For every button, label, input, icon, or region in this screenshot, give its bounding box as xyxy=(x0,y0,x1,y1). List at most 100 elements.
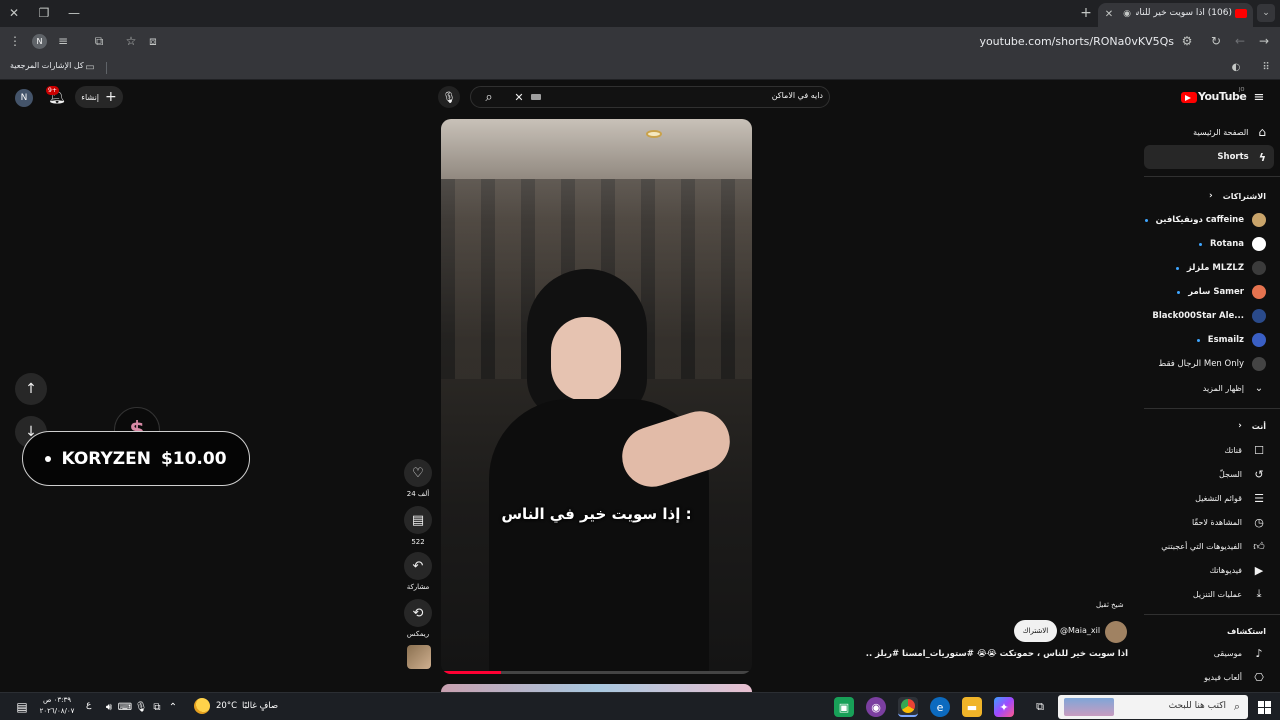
subscription-avatar xyxy=(1252,285,1266,299)
donation-amount: $10.00 xyxy=(160,448,227,469)
short-video-player[interactable]: إذا سويت خير في الناس : xyxy=(441,119,752,674)
sidebar-item-liked[interactable]: الفيديوهات التي أعجبتني 👍︎ xyxy=(1144,534,1280,558)
all-bookmarks-link[interactable]: كل الإشارات المرجعية xyxy=(10,61,84,70)
address-input[interactable]: youtube.com/shorts/RONa0vKV5Qs xyxy=(960,35,1174,48)
clock[interactable]: ٠٣:٣٩ ص ٢٠٢٦/٠٨/٠٧ xyxy=(36,695,78,717)
globe-icon[interactable]: ◐ xyxy=(1230,61,1242,73)
nav-shorts[interactable]: Shorts ϟ xyxy=(1144,145,1274,169)
restore-window-icon[interactable]: ❐ xyxy=(36,5,52,21)
sidebar-item-subscription[interactable]: دونفيكافين caffeine xyxy=(1144,208,1280,232)
taskbar-search-input[interactable]: اكتب هنا للبحث xyxy=(1118,701,1226,711)
menu-dots-icon[interactable]: ⋮ xyxy=(8,34,22,48)
voice-search-icon[interactable]: 🎙︎ xyxy=(438,86,460,108)
sidebar-item-subscription[interactable]: سامر Samer xyxy=(1144,280,1280,304)
subscribe-button[interactable]: الاشتراك xyxy=(1014,620,1057,642)
sidebar-item-subscription[interactable]: Rotana xyxy=(1144,232,1280,256)
you-header[interactable]: › أنت xyxy=(1144,414,1280,438)
sidebar-item-gaming[interactable]: ألعاب فيديو ⎔ xyxy=(1144,665,1280,689)
tab-search-icon[interactable]: ⌄ xyxy=(1257,4,1275,22)
site-settings-icon[interactable]: ⚙ xyxy=(1180,34,1194,48)
show-more-button[interactable]: إظهار المزيد ⌄ xyxy=(1144,376,1280,400)
taskbar-search-box[interactable]: اكتب هنا للبحث ⌕ xyxy=(1058,695,1248,719)
short-title[interactable]: أذا سويت خير للناس ، حموتكت 😭😭 #ستوريات_… xyxy=(866,649,1128,659)
active-tab[interactable]: ✕ ◉ (106) أذا سويت خير للناس ، ح... xyxy=(1098,3,1253,27)
new-content-dot xyxy=(1177,290,1181,294)
reload-icon[interactable]: ↻ xyxy=(1209,34,1223,48)
taskbar-app-icon[interactable]: ◉ xyxy=(866,697,886,717)
share-label: مشاركة xyxy=(406,583,430,591)
sidebar-item-playlists[interactable]: قوائم التشغيل ☰ xyxy=(1144,486,1280,510)
sidebar-item-music[interactable]: موسيقى ♪ xyxy=(1144,641,1280,665)
extensions-icon[interactable]: ⧉ xyxy=(92,34,106,48)
chrome-icon[interactable] xyxy=(898,697,918,717)
hamburger-menu-icon[interactable]: ≡ xyxy=(1251,89,1267,105)
remix-button[interactable]: ⟲ xyxy=(404,599,432,627)
edge-icon[interactable]: e xyxy=(930,697,950,717)
search-input[interactable]: دايه في الاماكن xyxy=(561,91,823,100)
tab-title: (106) أذا سويت خير للناس ، ح... xyxy=(1136,8,1232,18)
sound-label[interactable]: شيخ ثقيل xyxy=(1096,601,1124,609)
taskbar-app-icon[interactable]: ▣ xyxy=(834,697,854,717)
next-short-preview[interactable] xyxy=(441,684,752,692)
nav-home[interactable]: الصفحة الرئيسية ⌂ xyxy=(1144,120,1280,144)
profile-avatar[interactable]: N xyxy=(32,34,47,49)
task-view-icon[interactable]: ⧉ xyxy=(1030,697,1050,717)
you-list: قناتك ☐ السجلّ ↺ قوائم التشغيل ☰ المشاهدة ل… xyxy=(1144,438,1280,606)
sidebar-item-downloads[interactable]: عمليات التنزيل ⤓ xyxy=(1144,582,1280,606)
weather-desc[interactable]: صافٍ غالبًا xyxy=(242,701,278,711)
sidebar-item-history[interactable]: السجلّ ↺ xyxy=(1144,462,1280,486)
toolbar: ⋮ N ≡ ⧉ ☆ ⧈ youtube.com/shorts/RONa0vKV5… xyxy=(0,27,1280,56)
start-button[interactable] xyxy=(1256,699,1272,715)
clock-time: ٠٣:٣٩ ص xyxy=(42,696,72,704)
sidebar-item-subscription[interactable]: الرجال فقط Men Only xyxy=(1144,352,1280,376)
heart-icon: ♡ xyxy=(412,465,424,481)
new-tab-icon[interactable]: + xyxy=(1078,5,1094,21)
media-controls-icon[interactable]: ≡ xyxy=(56,34,70,48)
bookmark-star-icon[interactable]: ☆ xyxy=(124,34,138,48)
previous-short-button[interactable]: ↑ xyxy=(15,373,47,405)
sound-thumbnail[interactable] xyxy=(407,645,431,669)
sidebar-item-channel[interactable]: قناتك ☐ xyxy=(1144,438,1280,462)
tab-strip: ✕ ❐ — + ✕ ◉ (106) أذا سويت خير للناس ، ح… xyxy=(0,0,1280,27)
sidebar-item-label: عمليات التنزيل xyxy=(1192,589,1242,599)
new-content-dot xyxy=(1199,242,1203,246)
volume-icon[interactable]: 🔊︎ xyxy=(102,699,116,715)
tab-close-icon[interactable]: ✕ xyxy=(1102,7,1116,21)
sidebar-item-your-videos[interactable]: فيديوهاتك ▶ xyxy=(1144,558,1280,582)
share-button[interactable]: ↶ xyxy=(404,552,432,580)
sidebar-item-subscription[interactable]: Black000Star Ale... xyxy=(1144,304,1280,328)
weather-temp[interactable]: 20°C xyxy=(216,701,237,711)
sidebar-item-subscription[interactable]: ملزلز MLZLZ xyxy=(1144,256,1280,280)
copilot-icon[interactable]: ✦ xyxy=(994,697,1014,717)
cast-icon[interactable]: ⧈ xyxy=(146,34,160,48)
create-button[interactable]: إنشاء + xyxy=(75,86,123,108)
channel-avatar[interactable] xyxy=(1105,621,1127,643)
channel-name[interactable]: @Maia_xil xyxy=(1060,626,1100,635)
back-icon[interactable]: ← xyxy=(1233,34,1247,48)
search-icon[interactable]: ⌕ xyxy=(481,89,497,105)
home-icon: ⌂ xyxy=(1258,125,1266,139)
apps-grid-icon[interactable]: ⠿ xyxy=(1260,61,1272,73)
weather-sun-icon[interactable] xyxy=(194,698,210,714)
minimize-window-icon[interactable]: — xyxy=(66,5,82,21)
new-content-dot xyxy=(1196,338,1200,342)
subscriptions-header[interactable]: › الاشتراكات xyxy=(1144,184,1280,208)
forward-icon[interactable]: → xyxy=(1257,34,1271,48)
sidebar-item-watch-later[interactable]: المشاهدة لاحقًا ◷ xyxy=(1144,510,1280,534)
donation-alert: KORYZEN $10.00 xyxy=(22,431,250,486)
close-window-icon[interactable]: ✕ xyxy=(6,5,22,21)
input-language[interactable]: ع xyxy=(86,700,91,710)
sidebar-item-subscription[interactable]: Esmailz xyxy=(1144,328,1280,352)
clear-search-icon[interactable]: ✕ xyxy=(511,89,527,105)
keyboard-icon[interactable] xyxy=(531,94,541,100)
microphone-icon[interactable]: 🎙︎ xyxy=(134,699,148,715)
account-icon: ☐ xyxy=(1254,443,1264,457)
account-avatar[interactable]: N xyxy=(15,89,33,107)
network-icon[interactable]: ⌨ xyxy=(118,699,132,715)
show-hidden-icons[interactable]: ⌃ xyxy=(166,699,180,715)
meet-now-icon[interactable]: ⧉ xyxy=(150,699,164,715)
like-button[interactable]: ♡ xyxy=(404,459,432,487)
comments-button[interactable]: ▤ xyxy=(404,506,432,534)
file-explorer-icon[interactable]: ▬ xyxy=(962,697,982,717)
notification-center-icon[interactable]: ▤ xyxy=(14,699,30,715)
